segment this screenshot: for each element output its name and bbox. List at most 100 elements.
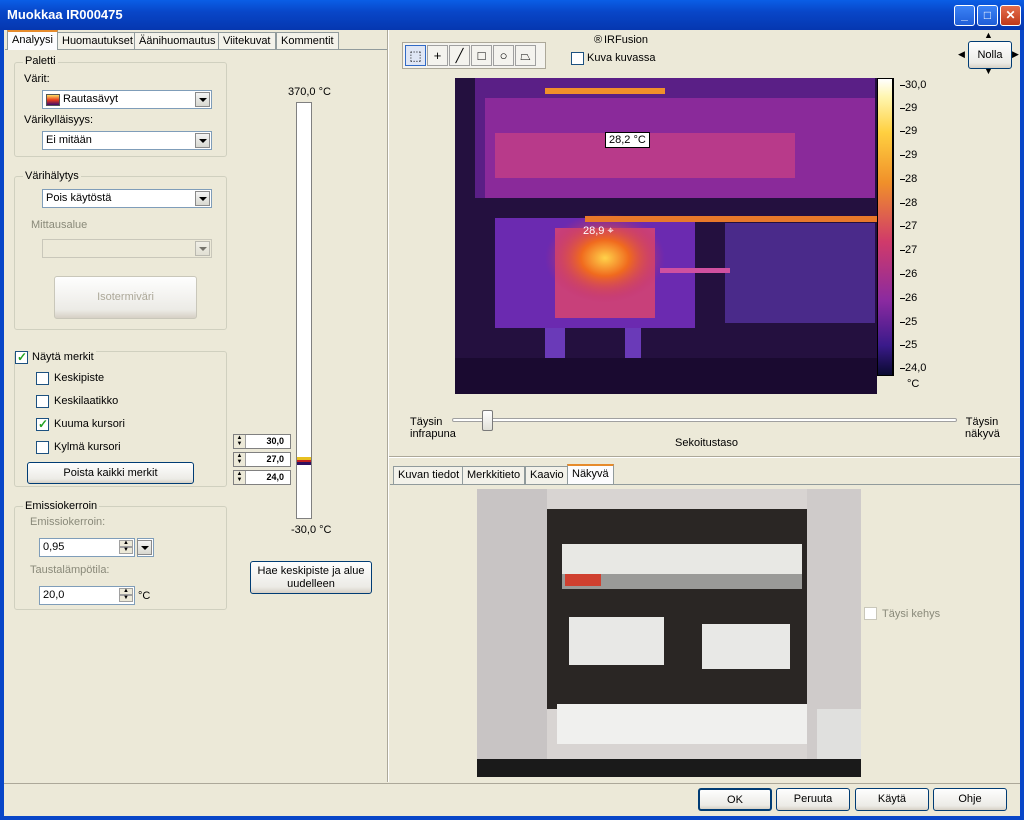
ok-button[interactable]: OK bbox=[698, 788, 772, 811]
center-point-checkbox[interactable] bbox=[36, 372, 49, 385]
tab-kuvan-tiedot[interactable]: Kuvan tiedot bbox=[393, 466, 465, 484]
splitter[interactable] bbox=[387, 30, 389, 782]
minimize-button[interactable]: _ bbox=[954, 5, 975, 26]
title-bar[interactable]: Muokkaa IR000475 _ □ ✕ bbox=[0, 0, 1024, 30]
full-frame-label: Täysi kehys bbox=[882, 608, 941, 620]
colors-select-value: Rautasävyt bbox=[63, 93, 119, 105]
range-slider-track[interactable] bbox=[296, 102, 312, 519]
ir-image[interactable]: 28,2 °C 28,9 ⌖ bbox=[455, 78, 877, 394]
cancel-button[interactable]: Peruuta bbox=[776, 788, 850, 811]
clear-markers-button[interactable]: Poista kaikki merkit bbox=[27, 462, 194, 484]
cold-cursor-label[interactable]: Kylmä kursori bbox=[54, 441, 121, 453]
full-frame-checkbox bbox=[864, 607, 877, 620]
tab-analyysi[interactable]: Analyysi bbox=[7, 30, 58, 50]
tab-kaavio[interactable]: Kaavio bbox=[525, 466, 569, 484]
pan-left-icon[interactable]: ◀ bbox=[958, 49, 965, 60]
colors-select[interactable]: Rautasävyt bbox=[42, 90, 212, 109]
chevron-down-icon[interactable] bbox=[137, 540, 152, 555]
range-label: Mittausalue bbox=[31, 219, 88, 231]
cold-cursor-checkbox[interactable] bbox=[36, 441, 49, 454]
point-tool-icon[interactable]: + bbox=[427, 45, 448, 66]
reset-button[interactable]: Nolla bbox=[968, 41, 1012, 69]
chevron-down-icon[interactable] bbox=[195, 133, 210, 148]
center-box-label[interactable]: Keskilaatikko bbox=[54, 395, 118, 407]
bg-temp-input[interactable]: 20,0 ▲ ▼ bbox=[39, 586, 135, 605]
tab-aanihuomautus[interactable]: Äänihuomautus bbox=[134, 32, 221, 50]
tab-panel-border bbox=[5, 49, 388, 50]
chevron-down-icon[interactable] bbox=[195, 191, 210, 206]
visible-image[interactable] bbox=[477, 489, 861, 777]
hot-cursor-checkbox[interactable] bbox=[36, 417, 49, 431]
bg-temp-unit: °C bbox=[138, 590, 151, 602]
blend-slider-thumb[interactable] bbox=[481, 410, 493, 431]
palette-swatch-icon bbox=[46, 94, 60, 106]
scale-label: 29 bbox=[899, 125, 918, 137]
tab-merkkitieto[interactable]: Merkkitieto bbox=[462, 466, 526, 484]
maximize-button[interactable]: □ bbox=[977, 5, 998, 26]
tab-nakyva[interactable]: Näkyvä bbox=[567, 464, 614, 484]
close-button[interactable]: ✕ bbox=[1000, 5, 1021, 26]
scale-label: 29 bbox=[899, 102, 918, 114]
range-min-spinbox[interactable]: ▲ ▼ 24,0 bbox=[233, 470, 291, 485]
tab-viitekuvat[interactable]: Viitekuvat bbox=[218, 32, 276, 50]
pan-right-icon[interactable]: ▶ bbox=[1012, 49, 1019, 60]
scale-label: 24,0 bbox=[899, 362, 927, 374]
visible-image-graphic bbox=[477, 489, 861, 777]
help-button[interactable]: Ohje bbox=[933, 788, 1007, 811]
palette-group-label: Paletti bbox=[23, 55, 58, 67]
scale-label: 27 bbox=[899, 220, 918, 232]
picture-in-picture-label[interactable]: Kuva kuvassa bbox=[587, 52, 655, 64]
range-select bbox=[42, 239, 212, 258]
range-top-label: 370,0 °C bbox=[288, 86, 331, 98]
ellipse-tool-icon[interactable]: ○ bbox=[493, 45, 514, 66]
color-scale-bar[interactable] bbox=[877, 78, 893, 376]
blend-slider-track[interactable] bbox=[452, 418, 957, 422]
crosshair-icon: ⌖ bbox=[607, 225, 614, 237]
saturation-select[interactable]: Ei mitään bbox=[42, 131, 212, 150]
refresh-range-button[interactable]: Hae keskipiste ja alue uudelleen bbox=[250, 561, 372, 594]
tab-huomautukset[interactable]: Huomautukset bbox=[57, 32, 138, 50]
polygon-tool-icon[interactable]: ⏢ bbox=[515, 45, 536, 66]
color-alarm-select[interactable]: Pois käytöstä bbox=[42, 189, 212, 208]
range-band-lower bbox=[297, 462, 311, 465]
emissivity-input[interactable]: 0,95 ▲ ▼ bbox=[39, 538, 135, 557]
irfusion-logo-icon: ® bbox=[594, 34, 603, 46]
emissivity-preset-dropdown[interactable] bbox=[137, 538, 154, 557]
select-tool-icon[interactable]: ⬚ bbox=[405, 45, 426, 66]
scale-label: 29 bbox=[899, 149, 918, 161]
emissivity-spinner[interactable]: ▲ ▼ bbox=[119, 540, 133, 555]
ir-marker-1[interactable]: 28,2 °C bbox=[605, 132, 650, 148]
hot-cursor-label[interactable]: Kuuma kursori bbox=[54, 418, 125, 430]
color-scale-axis bbox=[893, 78, 894, 376]
picture-in-picture-checkbox[interactable] bbox=[571, 52, 584, 65]
range-mid-spinbox[interactable]: ▲ ▼ 27,0 bbox=[233, 452, 291, 467]
range-max-spinbox[interactable]: ▲ ▼ 30,0 bbox=[233, 434, 291, 449]
show-markers-checkbox[interactable] bbox=[15, 350, 28, 364]
color-alarm-group-label: Värihälytys bbox=[23, 170, 81, 182]
section-divider bbox=[389, 456, 1020, 458]
apply-button[interactable]: Käytä bbox=[855, 788, 929, 811]
bottom-tab-border bbox=[390, 484, 1020, 485]
footer-divider bbox=[4, 783, 1020, 784]
chevron-down-icon bbox=[195, 241, 210, 256]
rectangle-tool-icon[interactable]: □ bbox=[471, 45, 492, 66]
scale-label: 28 bbox=[899, 173, 918, 185]
pan-down-icon[interactable]: ▼ bbox=[984, 66, 993, 76]
center-box-checkbox[interactable] bbox=[36, 395, 49, 408]
pan-up-icon[interactable]: ▲ bbox=[984, 30, 993, 40]
colors-label: Värit: bbox=[24, 73, 50, 85]
tab-kommentit[interactable]: Kommentit bbox=[276, 32, 339, 50]
saturation-label: Värikylläisyys: bbox=[24, 114, 94, 126]
line-tool-icon[interactable]: ╱ bbox=[449, 45, 470, 66]
ir-marker-2[interactable]: 28,9 ⌖ bbox=[583, 225, 614, 238]
saturation-select-value: Ei mitään bbox=[46, 134, 92, 146]
chevron-down-icon[interactable] bbox=[195, 92, 210, 107]
ir-marker-2-value: 28,9 bbox=[583, 225, 605, 237]
center-point-label[interactable]: Keskipiste bbox=[54, 372, 104, 384]
scale-label: 25 bbox=[899, 316, 918, 328]
scale-unit: °C bbox=[907, 378, 920, 390]
ir-image-graphic bbox=[455, 78, 877, 394]
bg-temp-spinner[interactable]: ▲ ▼ bbox=[119, 588, 133, 603]
irfusion-label: IRFusion bbox=[604, 34, 649, 46]
show-markers-label[interactable]: Näytä merkit bbox=[30, 351, 96, 363]
